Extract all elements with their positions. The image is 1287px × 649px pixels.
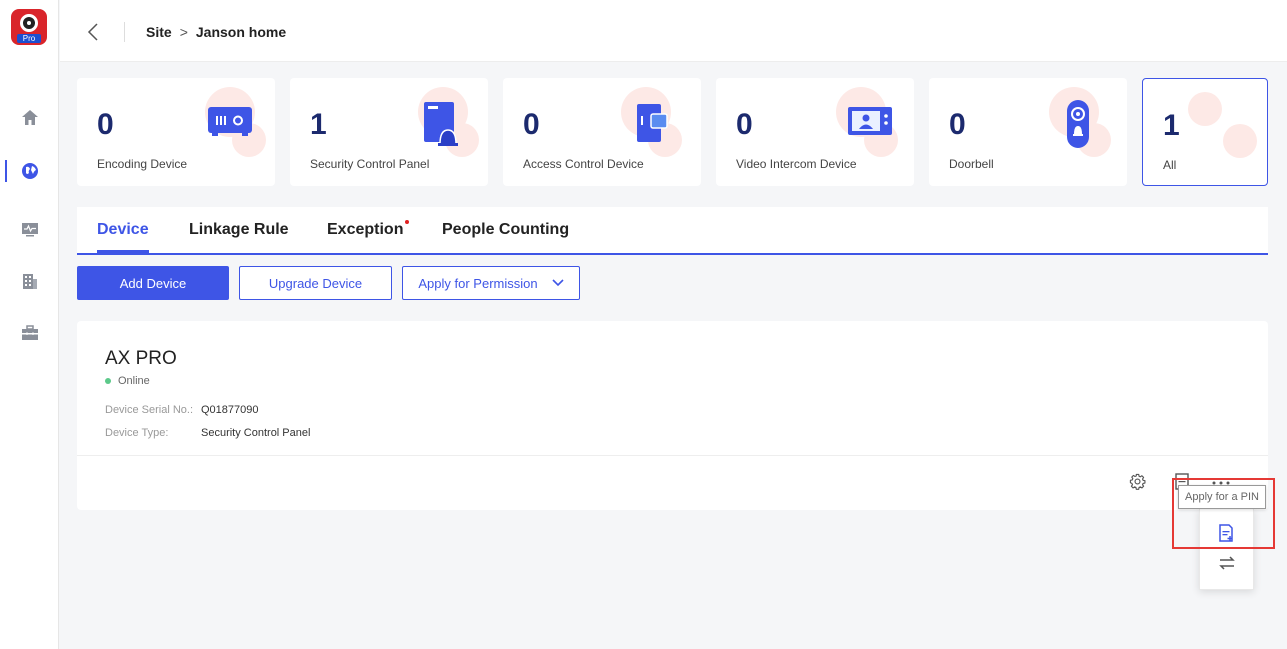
intercom-icon (848, 107, 892, 135)
card-security-control-panel[interactable]: 1 Security Control Panel (290, 78, 488, 186)
card-encoding-device[interactable]: 0 Encoding Device (77, 78, 275, 186)
card-count: 0 (97, 108, 114, 141)
breadcrumb-site[interactable]: Site (146, 24, 172, 40)
card-doorbell[interactable]: 0 Doorbell (929, 78, 1127, 186)
device-status: Online (105, 375, 150, 387)
card-label: Access Control Device (523, 157, 644, 171)
nav-monitor[interactable] (0, 214, 59, 244)
card-label: Encoding Device (97, 157, 188, 171)
exception-badge-dot (405, 220, 409, 224)
card-label: Security Control Panel (310, 157, 430, 171)
nvr-icon (208, 107, 252, 136)
type-label: Device Type: (105, 427, 169, 439)
gear-icon[interactable] (1129, 473, 1146, 490)
building-icon (22, 274, 37, 289)
card-count: 1 (1163, 109, 1180, 142)
add-device-button[interactable]: Add Device (77, 266, 229, 300)
card-count: 0 (523, 108, 540, 141)
upgrade-device-button[interactable]: Upgrade Device (239, 266, 392, 300)
toolbox-icon (21, 325, 38, 340)
card-video-intercom-device[interactable]: 0 Video Intercom Device (716, 78, 914, 186)
card-label: All (1163, 158, 1177, 172)
online-dot (105, 378, 111, 384)
card-count: 0 (949, 108, 966, 141)
tab-linkage-rule[interactable]: Linkage Rule (189, 221, 289, 239)
doorbell-icon (1067, 100, 1089, 148)
type-value: Security Control Panel (201, 427, 311, 439)
device-card-divider (77, 455, 1268, 456)
home-icon (21, 110, 38, 125)
breadcrumb: Site > Janson home (146, 24, 286, 40)
status-text: Online (118, 375, 150, 387)
apply-permission-label: Apply for Permission (418, 275, 538, 291)
tab-exception[interactable]: Exception (327, 221, 403, 239)
chevron-down-icon (552, 279, 564, 287)
nav-building[interactable] (0, 266, 59, 296)
highlight-box (1172, 478, 1275, 549)
device-name: AX PRO (105, 348, 177, 369)
camera-lens-icon (20, 14, 38, 32)
nav-home[interactable] (0, 103, 59, 133)
card-access-control-device[interactable]: 0 Access Control Device (503, 78, 701, 186)
left-rail: Pro (0, 0, 59, 649)
card-label: Doorbell (949, 157, 994, 171)
control-panel-icon (424, 102, 458, 146)
tab-device[interactable]: Device (97, 221, 149, 239)
nav-maintenance[interactable] (0, 318, 59, 348)
access-control-icon (637, 104, 668, 142)
serial-row: Device Serial No.: Q01877090 (105, 404, 259, 416)
breadcrumb-separator: > (179, 24, 188, 40)
serial-label: Device Serial No.: (105, 404, 194, 416)
type-row: Device Type: Security Control Panel (105, 427, 310, 439)
serial-value: Q01877090 (201, 404, 259, 416)
logo-badge: Pro (17, 34, 41, 43)
globe-icon (21, 163, 38, 179)
active-tab-indicator (97, 250, 149, 253)
monitor-icon (21, 223, 38, 237)
device-card[interactable]: AX PRO Online Device Serial No.: Q018770… (77, 321, 1268, 510)
apply-permission-dropdown[interactable]: Apply for Permission (402, 266, 580, 300)
card-decoration (1223, 124, 1257, 158)
nav-sites[interactable] (0, 156, 59, 186)
card-decoration (1188, 92, 1222, 126)
tab-people-counting[interactable]: People Counting (442, 221, 569, 239)
card-label: Video Intercom Device (736, 157, 857, 171)
header-divider (124, 22, 125, 42)
card-all[interactable]: 1 All (1142, 78, 1268, 186)
chevron-left-icon[interactable] (87, 22, 99, 46)
card-count: 0 (736, 108, 753, 141)
app-logo[interactable]: Pro (11, 9, 47, 45)
transfer-icon[interactable] (1218, 555, 1236, 571)
card-count: 1 (310, 108, 327, 141)
breadcrumb-current: Janson home (195, 24, 287, 40)
tab-bar: Device Linkage Rule Exception People Cou… (77, 207, 1268, 255)
top-bar: Site > Janson home (60, 0, 1287, 62)
